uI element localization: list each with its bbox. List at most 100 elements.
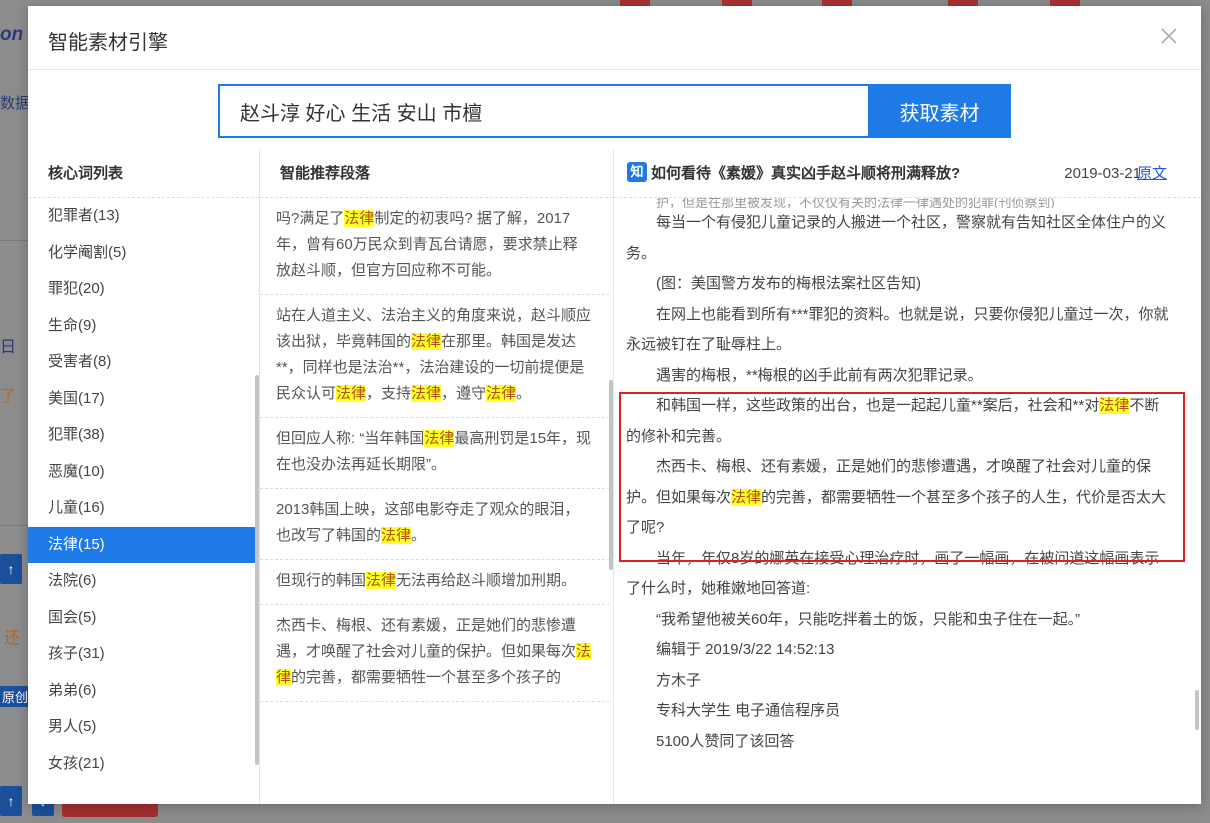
keyword-item[interactable]: 法律(15)	[28, 526, 256, 563]
article-paragraph: (图：美国警方发布的梅根法案社区告知)	[626, 269, 1174, 300]
text-segment: (图：美国警方发布的梅根法案社区告知)	[656, 275, 921, 292]
keyword-item[interactable]: 男人(5)	[28, 709, 256, 746]
recommended-paragraph[interactable]: 站在人道主义、法治主义的角度来说，赵斗顺应该出狱，毕竟韩国的法律在那里。韩国是发…	[260, 295, 610, 418]
recommended-paragraph[interactable]: 2013韩国上映，这部电影夺走了观众的眼泪，也改写了韩国的法律。	[260, 489, 610, 560]
keyword-highlight: 法律	[731, 488, 762, 506]
text-segment: 2013韩国上映，这部电影夺走了观众的眼泪，也改写了韩国的	[276, 501, 580, 544]
article-paragraph: 专科大学生 电子通信程序员	[626, 696, 1174, 727]
article-paragraph: “我希望他被关60年，只能吃拌着土的饭，只能和虫子住在一起。”	[626, 605, 1174, 636]
modal-header: 智能素材引擎	[28, 6, 1201, 70]
search-box	[218, 84, 868, 138]
text-segment: 无法再给赵斗顺增加刑期。	[396, 572, 577, 589]
article-panel: 知如何看待《素媛》真实凶手赵斗顺将刑满释放? 2019-03-21 原文 护，但…	[614, 150, 1201, 804]
recommended-paragraphs-panel: 智能推荐段落 吗?满足了法律制定的初衷吗? 据了解，2017年，曾有60万民众到…	[260, 150, 614, 804]
article-date: 2019-03-21	[1064, 165, 1141, 182]
text-segment: 5100人赞同了该回答	[656, 732, 795, 750]
article-paragraph: 5100人赞同了该回答	[626, 727, 1174, 758]
keyword-highlight: 法律	[411, 333, 442, 350]
bg-text-fragment: 还	[4, 630, 21, 647]
search-row: 获取素材	[28, 70, 1201, 150]
keyword-list-header: 核心词列表	[28, 150, 259, 198]
keyword-highlight: 法律	[424, 430, 455, 447]
recommended-paragraph[interactable]: 杰西卡、梅根、还有素媛，正是她们的悲惨遭遇，才唤醒了社会对儿童的保护。但如果每次…	[260, 605, 610, 702]
keyword-highlight: 法律	[366, 572, 397, 589]
bg-text-fragment: 数据	[0, 95, 31, 112]
keyword-item[interactable]: 生命(9)	[28, 308, 256, 345]
text-segment: 但回应人称: “当年韩国	[276, 430, 425, 447]
bg-logo-fragment: on	[0, 24, 24, 45]
text-segment: 但现行的韩国	[276, 572, 367, 589]
text-segment: 每当一个有侵犯儿童记录的人搬进一个社区，警察就有告知社区全体住户的义务。	[626, 214, 1167, 262]
keyword-highlight: 法律	[1099, 397, 1130, 414]
text-segment: 。	[411, 527, 427, 544]
article-paragraph: 方木子	[626, 666, 1174, 697]
keyword-item[interactable]: 化学阉割(5)	[28, 235, 256, 272]
article-cut-line: 护，但是在那里被发现，不仅仅有关的法律一律遇处的犯罪(刊侦察到)	[656, 198, 1055, 208]
keyword-item[interactable]: 罪犯(20)	[28, 271, 256, 308]
article-body: 护，但是在那里被发现，不仅仅有关的法律一律遇处的犯罪(刊侦察到) 每当一个有侵犯…	[614, 198, 1194, 757]
get-material-button[interactable]: 获取素材	[868, 84, 1011, 138]
zhihu-icon: 知	[627, 162, 647, 183]
keyword-highlight: 法律	[411, 385, 442, 402]
article-paragraph: 在网上也能看到所有***罪犯的资料。也就是说，只要你侵犯儿童过一次，你就永远被钉…	[626, 300, 1174, 361]
paragraph-list: 吗?满足了法律制定的初衷吗? 据了解，2017年，曾有60万民众到青瓦台请愿，要…	[260, 198, 610, 702]
text-segment: ，支持	[366, 385, 412, 402]
keyword-item[interactable]: 犯罪者(13)	[28, 198, 256, 235]
keyword-item[interactable]: 恶魔(10)	[28, 454, 256, 491]
bg-divider	[0, 240, 28, 241]
keyword-highlight: 法律	[381, 527, 412, 544]
text-segment: 专科大学生 电子通信程序员	[656, 702, 841, 719]
text-segment: 编辑于 2019/3/22 14:52:13	[656, 641, 835, 658]
article-header: 知如何看待《素媛》真实凶手赵斗顺将刑满释放? 2019-03-21 原文	[614, 150, 1201, 198]
bg-arrow-up-button: ↑	[0, 554, 22, 584]
article-title: 如何看待《素媛》真实凶手赵斗顺将刑满释放?	[651, 165, 961, 182]
bg-text-fragment: 了	[0, 388, 17, 405]
keyword-scrollbar[interactable]	[255, 375, 259, 765]
keyword-item[interactable]: 受害者(8)	[28, 344, 256, 381]
modal-title: 智能素材引擎	[48, 32, 168, 54]
text-segment: 和韩国一样，这些政策的出台，也是一起起儿童**案后，社会和**对	[656, 397, 1100, 414]
paragraph-scrollbar[interactable]	[609, 380, 613, 570]
close-icon[interactable]	[1157, 24, 1181, 48]
bg-original-badge: 原创	[0, 686, 31, 707]
bg-text-fragment: 日	[0, 339, 17, 356]
keyword-item[interactable]: 弟弟(6)	[28, 673, 256, 710]
article-scrollbar[interactable]	[1195, 690, 1199, 730]
text-segment: 在网上也能看到所有***罪犯的资料。也就是说，只要你侵犯儿童过一次，你就永远被钉…	[626, 305, 1169, 354]
article-paragraph: 每当一个有侵犯儿童记录的人搬进一个社区，警察就有告知社区全体住户的义务。	[626, 208, 1174, 269]
article-paragraph: 杰西卡、梅根、还有素媛，正是她们的悲惨遭遇，才唤醒了社会对儿童的保护。但如果每次…	[626, 452, 1174, 544]
recommended-paragraph[interactable]: 吗?满足了法律制定的初衷吗? 据了解，2017年，曾有60万民众到青瓦台请愿，要…	[260, 198, 610, 295]
keyword-item[interactable]: 孩子(31)	[28, 636, 256, 673]
bg-arrow-up-button: ↑	[0, 786, 22, 816]
recommended-paragraphs-header: 智能推荐段落	[260, 150, 613, 198]
keyword-list-panel: 核心词列表 犯罪者(13) 化学阉割(5) 罪犯(20) 生命(9) 受害者(8) 美国(…	[28, 150, 260, 804]
text-segment: 的完善，都需要牺牲一个甚至多个孩子的	[291, 669, 562, 686]
search-input[interactable]	[220, 86, 868, 136]
article-paragraph: 遇害的梅根，**梅根的凶手此前有两次犯罪记录。	[626, 361, 1174, 392]
article-paragraph: 编辑于 2019/3/22 14:52:13	[626, 635, 1174, 666]
keyword-item[interactable]: 儿童(16)	[28, 490, 256, 527]
text-segment: 吗?满足了	[276, 210, 345, 227]
material-engine-modal: 智能素材引擎 获取素材 核心词列表 犯罪者(13)化学阉割(5)罪犯(20)生命…	[28, 6, 1201, 804]
keyword-highlight: 法律	[344, 210, 375, 227]
keyword-item[interactable]: 犯罪(38)	[28, 417, 256, 454]
keyword-item[interactable]: 女孩(21)	[28, 746, 256, 783]
keyword-list: 犯罪者(13) 化学阉割(5) 罪犯(20) 生命(9) 受害者(8) 美国(17) 犯罪(…	[28, 198, 256, 782]
original-article-link[interactable]: 原文	[1137, 150, 1167, 198]
bg-divider	[0, 525, 28, 526]
text-segment: 方木子	[656, 671, 702, 689]
keyword-item[interactable]: 国会(5)	[28, 600, 256, 637]
text-segment: ，遵守	[441, 385, 487, 402]
keyword-item[interactable]: 美国(17)	[28, 381, 256, 418]
keyword-item[interactable]: 法院(6)	[28, 563, 256, 600]
text-segment: 。	[516, 385, 532, 402]
keyword-highlight: 法律	[336, 385, 367, 402]
text-segment: 遇害的梅根，**梅根的凶手此前有两次犯罪记录。	[656, 366, 983, 384]
article-paragraph: 当年，年仅8岁的娜英在接受心理治疗时，画了一幅画，在被问道这幅画表示了什么时，她…	[626, 544, 1174, 605]
keyword-highlight: 法律	[486, 385, 517, 402]
text-segment: “我希望他被关60年，只能吃拌着土的饭，只能和虫子住在一起。”	[656, 610, 1081, 628]
recommended-paragraph[interactable]: 但现行的韩国法律无法再给赵斗顺增加刑期。	[260, 560, 610, 605]
text-segment: 杰西卡、梅根、还有素媛，正是她们的悲惨遭遇，才唤醒了社会对儿童的保护。但如果每次	[276, 617, 577, 660]
recommended-paragraph[interactable]: 但回应人称: “当年韩国法律最高刑罚是15年，现在也没办法再延长期限”。	[260, 418, 610, 489]
article-paragraph: 和韩国一样，这些政策的出台，也是一起起儿童**案后，社会和**对法律不断的修补和…	[626, 391, 1174, 452]
